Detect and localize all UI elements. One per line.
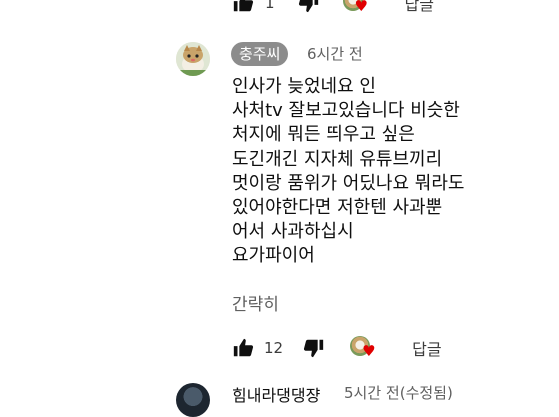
comment-line: 멋이랑 품위가 어딨나요 뭐라도 — [232, 172, 465, 194]
like-count: 1 — [265, 0, 275, 12]
comment-line: 인사가 늦었네요 인 — [232, 76, 376, 97]
thumbs-down-icon — [298, 0, 318, 13]
dislike-button[interactable] — [302, 336, 326, 360]
next-comment-author[interactable]: 힘내라댕댕쟝 — [232, 382, 320, 406]
comment-text: 인사가 늦었네요 인 사처tv 잘보고있습니다 비슷한 처지에 뭐든 띄우고 싶… — [232, 75, 532, 269]
thumbs-down-icon — [304, 339, 324, 358]
thumbs-up-icon — [233, 338, 254, 357]
like-count: 12 — [264, 339, 284, 357]
comment-line: 어서 사과하십시 — [232, 221, 354, 243]
comment-author[interactable]: 충주씨 — [231, 42, 289, 66]
comment-line: 사처tv 잘보고있습니다 비슷한 — [232, 100, 460, 122]
comment-line: 있어야한다면 저한텐 사과뿐 — [232, 197, 443, 219]
comment-line: 처지에 뭐든 띄우고 싶은 — [232, 124, 415, 146]
creator-heart[interactable]: ♥ — [342, 0, 369, 15]
reply-button[interactable]: 답글 — [412, 336, 441, 360]
like-button[interactable] — [231, 336, 255, 360]
comment-line: 도긴개긴 지자체 유튜브끼리 — [232, 148, 443, 170]
commenter-avatar[interactable] — [176, 42, 210, 76]
creator-heart-icon: ♥ — [354, 0, 368, 15]
avatar-image — [176, 42, 210, 76]
like-button[interactable] — [231, 0, 255, 15]
creator-heart-icon: ♥ — [362, 342, 376, 360]
thumbs-up-icon — [233, 0, 254, 12]
reply-button[interactable]: 답글 — [405, 0, 434, 15]
creator-heart[interactable]: ♥ — [350, 336, 376, 360]
prev-comment-action-row: 1 ♥ 답글 — [231, 0, 434, 15]
comment-line: 요가파이어 — [232, 245, 315, 267]
comment-timestamp[interactable]: 6시간 전 — [307, 43, 363, 65]
comment-action-row: 12 ♥ 답글 — [231, 336, 442, 360]
show-less-button[interactable]: 간략히 — [232, 293, 279, 317]
next-commenter-avatar[interactable] — [176, 383, 210, 417]
dislike-button[interactable] — [297, 0, 321, 15]
